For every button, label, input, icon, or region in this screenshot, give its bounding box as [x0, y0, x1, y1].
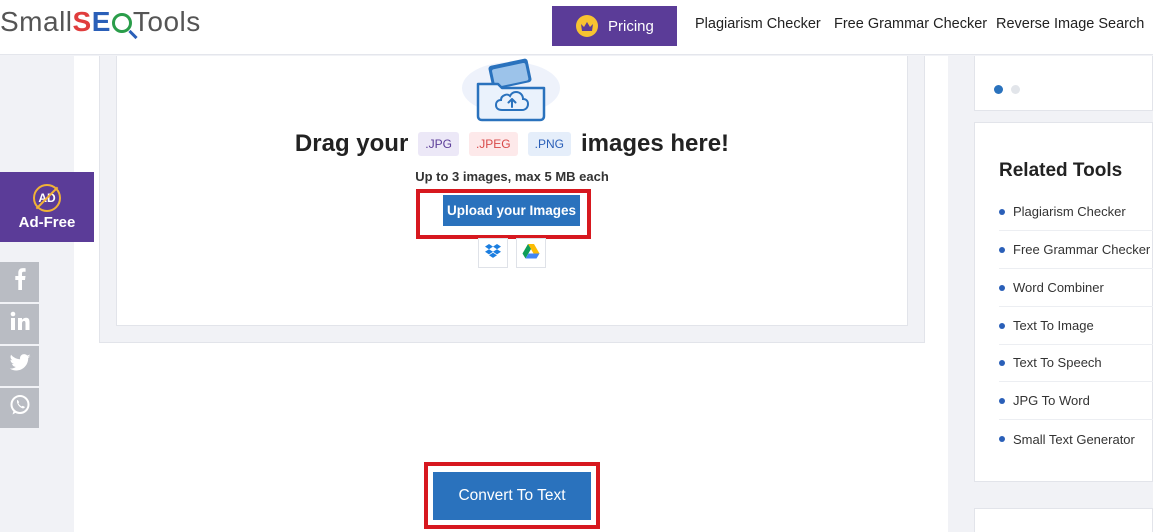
- google-drive-button[interactable]: [516, 238, 546, 268]
- related-item-label: Plagiarism Checker: [1013, 204, 1126, 219]
- upload-limit-text: Up to 3 images, max 5 MB each: [415, 169, 609, 184]
- dropbox-button[interactable]: [478, 238, 508, 268]
- related-item-small-text-generator[interactable]: Small Text Generator: [999, 420, 1153, 458]
- ad-free-label: Ad-Free: [18, 213, 76, 231]
- related-item-text-to-image[interactable]: Text To Image: [999, 307, 1153, 345]
- slider-card: [974, 56, 1153, 111]
- drag-suffix-text: images here!: [580, 130, 730, 157]
- bullet-icon: [999, 436, 1005, 442]
- bullet-icon: [999, 284, 1005, 291]
- top-header: SmallSE Tools Pricing Plagiarism Checker …: [0, 0, 1153, 55]
- sidebar-next-card: [974, 508, 1153, 532]
- bullet-icon: [999, 246, 1005, 253]
- pricing-button[interactable]: Pricing: [552, 6, 677, 46]
- ad-free-button[interactable]: AD Ad-Free: [0, 172, 94, 242]
- nav-reverse-image-search[interactable]: Reverse Image Search: [996, 16, 1144, 32]
- twitter-icon: [9, 354, 31, 378]
- related-item-label: Small Text Generator: [1013, 431, 1135, 447]
- related-item-label: Free Grammar Checker: [1013, 242, 1151, 257]
- format-tag-jpg: .JPG: [418, 132, 459, 156]
- bullet-icon: [999, 397, 1005, 404]
- dropbox-icon: [484, 243, 502, 264]
- linkedin-share-button[interactable]: [0, 304, 39, 344]
- slider-dot[interactable]: [1011, 85, 1020, 94]
- format-tag-png: .PNG: [527, 132, 571, 156]
- related-item-free-grammar-checker[interactable]: Free Grammar Checker: [999, 231, 1153, 269]
- magnifier-icon: [111, 13, 132, 33]
- linkedin-icon: [10, 311, 30, 337]
- facebook-icon: [14, 268, 26, 296]
- related-item-word-combiner[interactable]: Word Combiner: [999, 269, 1153, 307]
- logo-letter-e: E: [91, 6, 111, 37]
- related-item-jpg-to-word[interactable]: JPG To Word: [999, 382, 1153, 420]
- no-ads-icon-text: AD: [38, 190, 56, 205]
- related-item-label: Text To Image: [1013, 318, 1094, 333]
- logo-text-tools: Tools: [132, 6, 201, 37]
- nav-plagiarism-checker[interactable]: Plagiarism Checker: [695, 16, 821, 32]
- upload-images-button[interactable]: Upload your Images: [443, 195, 580, 226]
- logo-letter-s: S: [72, 6, 92, 37]
- twitter-share-button[interactable]: [0, 346, 39, 386]
- convert-to-text-button[interactable]: Convert To Text: [433, 472, 591, 520]
- drag-instruction: Drag your .JPG .JPEG .PNG images here!: [116, 130, 908, 158]
- slider-dot-active[interactable]: [994, 85, 1003, 94]
- bullet-icon: [999, 208, 1005, 215]
- related-item-text-to-speech[interactable]: Text To Speech: [999, 344, 1153, 382]
- drag-prefix-text: Drag your: [294, 130, 409, 157]
- no-ads-icon: AD: [33, 183, 61, 212]
- facebook-share-button[interactable]: [0, 262, 39, 302]
- google-drive-icon: [522, 243, 540, 264]
- whatsapp-icon: [9, 394, 31, 422]
- related-item-plagiarism-checker[interactable]: Plagiarism Checker: [999, 193, 1153, 231]
- whatsapp-share-button[interactable]: [0, 388, 39, 428]
- nav-free-grammar-checker[interactable]: Free Grammar Checker: [834, 16, 987, 32]
- related-item-label: Word Combiner: [1013, 280, 1104, 295]
- folder-upload-icon: [462, 58, 560, 122]
- crown-icon: [576, 15, 598, 37]
- format-tag-jpeg: .JPEG: [468, 132, 518, 156]
- related-tools-title: Related Tools: [999, 160, 1123, 181]
- site-logo[interactable]: SmallSE Tools: [0, 6, 201, 46]
- related-item-label: Text To Speech: [1013, 355, 1102, 370]
- bullet-icon: [999, 359, 1005, 366]
- related-item-label: JPG To Word: [1013, 393, 1090, 408]
- logo-text-small: Small: [0, 6, 73, 37]
- bullet-icon: [999, 322, 1005, 329]
- pricing-label: Pricing: [608, 17, 654, 35]
